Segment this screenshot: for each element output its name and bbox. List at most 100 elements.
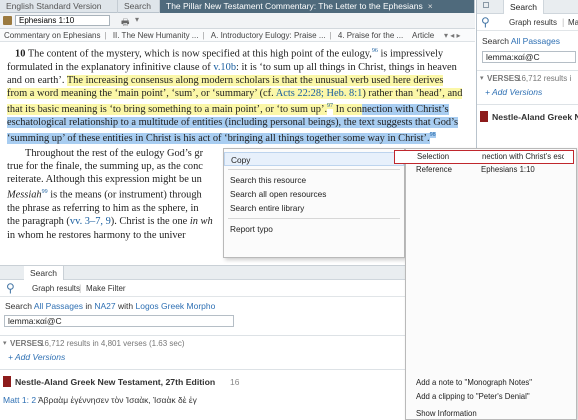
add-versions-link[interactable]: + Add Versions [8, 352, 65, 362]
text-run: is the means (or instrument) through [47, 189, 202, 201]
tab-search[interactable]: Search [118, 0, 160, 13]
breadcrumb-item[interactable]: A. Introductory Eulogy: Praise ... [211, 31, 326, 40]
reference-label: Reference [416, 165, 452, 174]
book-icon [3, 376, 11, 387]
text-run: reiterate. Although this expression migh… [7, 174, 202, 186]
bible-reference-link[interactable]: vv. 3–7, 9 [70, 216, 111, 227]
selected-text[interactable]: some way in Christ’. [343, 132, 430, 144]
result-row[interactable]: Matt 1: 2 Ἀβραὰμ ἐγέννησεν τὸν Ἰσαὰκ, Ἰσ… [0, 393, 475, 407]
chevron-down-icon[interactable]: ▾ [135, 15, 139, 24]
query-text: lemma:καί@C [486, 52, 540, 62]
divider: | [79, 283, 82, 293]
text-run: Messiah [7, 189, 42, 201]
search-toolbar: ⚲ Graph results | Make Filter [0, 280, 475, 297]
add-versions-row: + Add Versions [0, 350, 475, 364]
text-run: true for the finale, the summing up, as … [7, 161, 203, 173]
text-run: in whom he restores harmony to the unive… [7, 229, 186, 241]
panel-handle-icon[interactable] [483, 2, 489, 8]
resource-link[interactable]: NA27 [94, 301, 115, 311]
reference-value: Ephesians 1:10 [481, 165, 535, 174]
breadcrumb-item[interactable]: Commentary on Ephesians [4, 31, 101, 40]
search-scope-line: Search All Passages [477, 35, 578, 49]
tab-label: The Pillar New Testament Commentary: The… [166, 1, 423, 11]
bible-reference-link[interactable]: Acts 22:28; Heb. 8:1 [275, 88, 363, 100]
tab-search[interactable]: Search [503, 0, 544, 14]
book-icon [480, 111, 488, 122]
tab-strip: English Standard Version Search The Pill… [0, 0, 475, 13]
scope-link[interactable]: All Passages [511, 36, 560, 46]
scope-link[interactable]: All Passages [34, 301, 83, 311]
text-run: Throughout the rest of the eulogy God’s … [25, 147, 204, 159]
selection-value: nection with Christ’s esc... [482, 152, 564, 161]
query-text: lemma:καί@C [8, 316, 62, 326]
menu-item-search-open[interactable]: Search all open resources [224, 187, 404, 201]
verse-reference[interactable]: Matt 1: 2 [3, 395, 36, 405]
breadcrumb-item[interactable]: 4. Praise for the ... [338, 31, 403, 40]
bible-reference-link[interactable]: v.10b [213, 62, 236, 73]
make-filter-button[interactable]: Ma [568, 18, 578, 27]
verses-label: VERSES [10, 339, 43, 348]
search-toolbar: ⚲ Graph results | Ma [477, 14, 578, 31]
verse-text: Ἀβραὰμ ἐγέννησεν τὸν Ἰσαὰκ, Ἰσαὰκ δὲ ἐγ [38, 395, 197, 405]
tab-esv[interactable]: English Standard Version [0, 0, 118, 13]
add-note-item[interactable]: Add a note to "Monograph Notes" [416, 377, 532, 389]
selection-label: Selection [417, 152, 450, 161]
menu-item-search-resource[interactable]: Search this resource [224, 173, 404, 187]
edition-count: 16 [230, 377, 240, 387]
reference-row[interactable]: Reference Ephesians 1:10 [406, 164, 576, 177]
tab-commentary[interactable]: The Pillar New Testament Commentary: The… [160, 0, 475, 13]
search-icon[interactable]: ⚲ [481, 15, 490, 29]
search-query-input[interactable]: lemma:καί@C [482, 51, 576, 63]
morphology-link[interactable]: Logos Greek Morpho [136, 301, 216, 311]
collapse-icon[interactable]: ▾ [3, 339, 7, 347]
highlighted-text: In con [333, 103, 362, 115]
text-run: the paragraph ( [7, 216, 70, 228]
search-scope-line: Search All Passages in NA27 with Logos G… [0, 300, 475, 314]
verses-stat: 16,712 results i [517, 74, 572, 83]
add-clipping-item[interactable]: Add a clipping to "Peter's Denial" [416, 391, 530, 403]
book-icon[interactable] [3, 16, 12, 25]
edition-row[interactable]: Nestle-Aland Greek New Testament, 27th E… [0, 374, 475, 390]
menu-item-search-library[interactable]: Search entire library [224, 201, 404, 215]
text-run: in wh [189, 216, 213, 228]
tab-label: Search [124, 1, 151, 11]
verses-label: VERSES [487, 74, 520, 83]
search-word: with [118, 301, 134, 311]
edition-row[interactable]: Nestle-Aland Greek N [477, 109, 578, 125]
collapse-icon[interactable]: ▾ [480, 74, 484, 82]
search-prefix: Search [5, 301, 32, 311]
breadcrumb-article[interactable]: Article [412, 29, 434, 42]
search-query-input[interactable]: lemma:καί@C [4, 315, 234, 327]
edition-title: Nestle-Aland Greek N [492, 112, 578, 122]
menu-separator [228, 218, 400, 219]
menu-separator [228, 169, 400, 170]
divider [477, 104, 578, 105]
tab-label: English Standard Version [6, 1, 102, 11]
footnote-marker[interactable]: 98 [429, 132, 436, 139]
search-icon[interactable]: ⚲ [6, 281, 15, 295]
show-information-item[interactable]: Show Information [416, 408, 477, 420]
text-run: the phrase as referring to him as the sp… [7, 203, 199, 215]
divider: | [562, 17, 565, 27]
verses-stat: 16,712 results in 4,801 verses (1.63 sec… [40, 339, 185, 348]
tab-search[interactable]: Search [24, 266, 64, 280]
breadcrumb: Commentary on Ephesians | II. The New Hum… [0, 29, 475, 42]
close-icon[interactable]: × [428, 1, 433, 11]
menu-item-copy[interactable]: Copy [224, 152, 404, 166]
graph-results-button[interactable]: Graph results [32, 284, 80, 293]
menu-item-report-typo[interactable]: Report typo [224, 222, 404, 236]
bottom-search-panel: Search ⚲ Graph results | Make Filter Sea… [0, 265, 475, 420]
context-submenu: Selection nection with Christ’s esc... R… [394, 148, 577, 420]
breadcrumb-item[interactable]: II. The New Humanity ... [113, 31, 199, 40]
panel-titlebar: Search [0, 266, 475, 280]
search-prefix: Search [482, 36, 509, 46]
selection-row[interactable]: Selection nection with Christ’s esc... [394, 150, 574, 164]
graph-results-button[interactable]: Graph results [509, 18, 557, 27]
nav-arrows-icon[interactable]: ▾ ◂ ▸ [444, 29, 461, 42]
reference-input[interactable] [15, 15, 110, 26]
text-run: ). Christ is the one [110, 216, 190, 228]
add-versions-link[interactable]: + Add Versions [485, 87, 542, 97]
verse-number: 10 [15, 48, 26, 60]
make-filter-button[interactable]: Make Filter [86, 284, 126, 293]
verses-header: ▾ VERSES 16,712 results i [477, 71, 578, 85]
